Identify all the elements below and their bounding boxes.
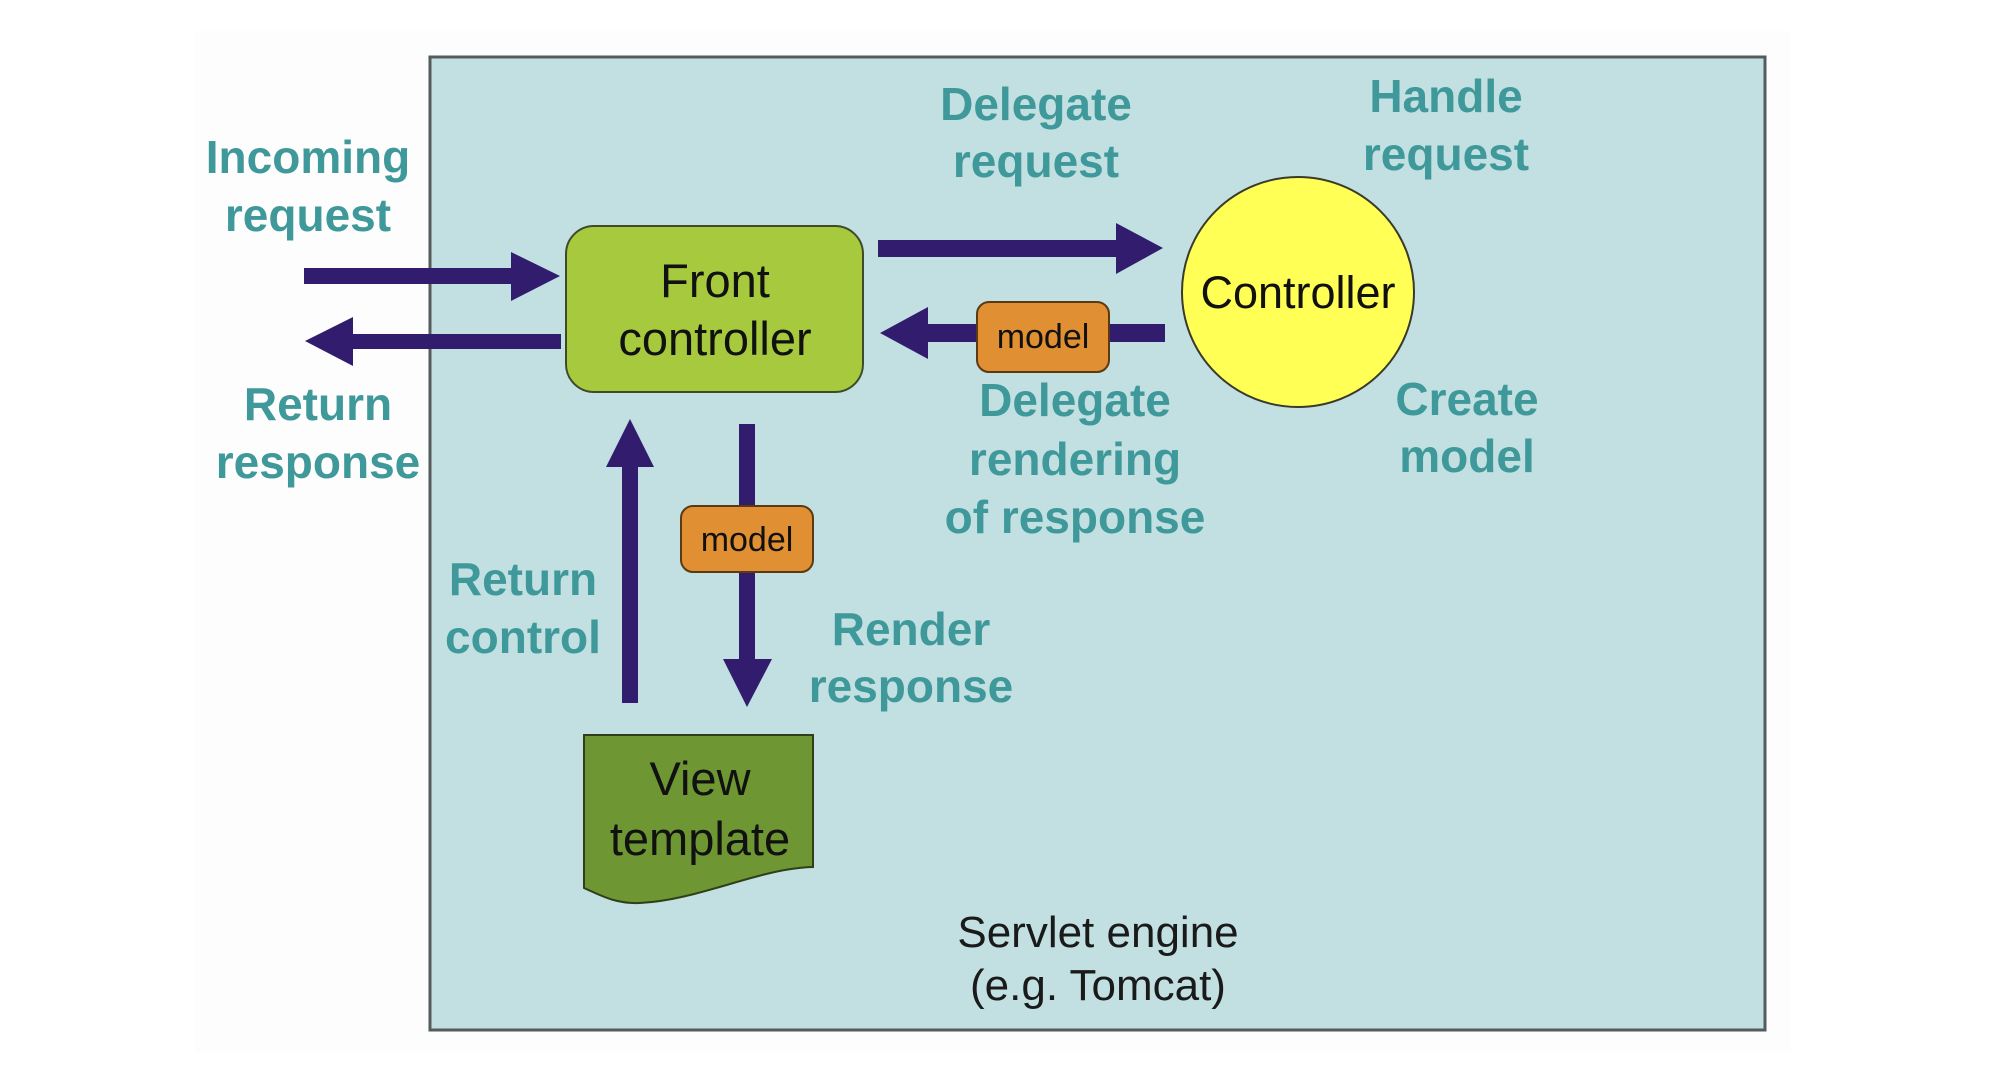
handle-request-line1: Handle — [1369, 70, 1522, 122]
render-response-line1: Render — [832, 603, 991, 655]
delegate-request-line2: request — [953, 135, 1119, 187]
view-template-label-line2: template — [610, 812, 790, 865]
servlet-engine-line1: Servlet engine — [957, 908, 1238, 957]
delegate-rendering-line2: rendering — [969, 433, 1181, 485]
delegate-rendering-line3: of response — [945, 491, 1206, 543]
view-template-label-line1: View — [649, 752, 751, 805]
model-badge-vertical: model — [680, 505, 814, 573]
delegate-rendering-line1: Delegate — [979, 374, 1171, 426]
controller-node: Controller — [1181, 176, 1415, 408]
return-response-line1: Return — [244, 378, 392, 430]
label-delegate-rendering: Delegate rendering of response — [945, 374, 1206, 543]
controller-label: Controller — [1200, 267, 1395, 318]
model-badge-horizontal-label: model — [997, 318, 1090, 356]
create-model-line1: Create — [1395, 373, 1538, 425]
front-controller-node: Front controller — [565, 225, 864, 393]
incoming-request-line1: Incoming — [206, 131, 410, 183]
return-control-line2: control — [445, 611, 601, 663]
model-badge-vertical-label: model — [701, 521, 794, 559]
front-controller-label-line1: Front — [660, 254, 770, 307]
incoming-request-line2: request — [225, 189, 391, 241]
model-badge-horizontal: model — [976, 301, 1110, 373]
handle-request-line2: request — [1363, 128, 1529, 180]
return-control-line1: Return — [449, 553, 597, 605]
servlet-engine-line2: (e.g. Tomcat) — [970, 961, 1226, 1010]
delegate-request-line1: Delegate — [940, 78, 1132, 130]
render-response-line2: response — [809, 660, 1014, 712]
diagram-canvas: Front controller Controller model model … — [195, 31, 1791, 1052]
front-controller-label-line2: controller — [618, 312, 811, 365]
create-model-line2: model — [1399, 430, 1534, 482]
return-response-line2: response — [216, 436, 421, 488]
